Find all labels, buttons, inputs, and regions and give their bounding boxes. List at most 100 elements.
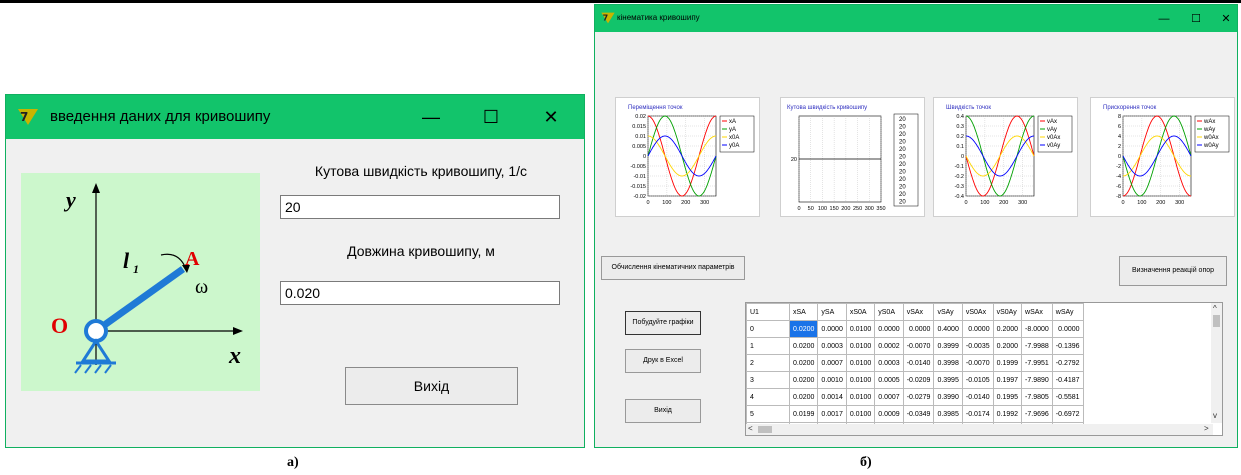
table-cell[interactable]: 0.0200 [788,371,819,389]
column-header[interactable]: vS0Ax [961,303,994,321]
table-cell[interactable]: 0.0005 [874,371,904,389]
table-cell[interactable]: 0.0007 [817,354,847,372]
scroll-left-icon[interactable]: < [748,424,753,434]
results-grid[interactable]: U1 xSA ySA xS0A yS0A vSAx vSAy vS0Ax vS0Ay wSAx wS… [745,302,1223,436]
table-cell[interactable]: 0.0007 [874,388,904,406]
table-cell[interactable]: 0.3995 [933,371,963,389]
table-cell[interactable]: 0.0200 [788,354,819,372]
table-cell[interactable]: 0.1992 [992,405,1023,423]
table-cell[interactable]: 0.0009 [874,405,904,423]
table-cell[interactable]: -0.5581 [1051,388,1084,406]
exit-button[interactable]: Вихід [625,399,701,423]
table-cell[interactable]: 0.3985 [933,405,963,423]
column-header[interactable]: U1 [746,303,790,321]
table-cell[interactable]: 0.0010 [817,371,847,389]
table-cell[interactable]: 0.0100 [845,388,876,406]
table-cell[interactable]: -7.9696 [1021,405,1053,423]
row-index-cell[interactable]: 2 [746,354,790,372]
close-button[interactable]: ✕ [1217,10,1235,28]
table-cell[interactable]: 0.0199 [788,405,819,423]
table-cell[interactable]: 0.3990 [933,388,963,406]
column-header[interactable]: vS0Ay [992,303,1023,321]
table-cell[interactable]: 0.1995 [992,388,1023,406]
minimize-button[interactable]: — [416,103,446,131]
table-cell[interactable]: -0.0279 [902,388,935,406]
scroll-right-icon[interactable]: > [1204,424,1209,434]
table-cell[interactable]: -0.4187 [1051,371,1084,389]
table-cell[interactable]: -0.1396 [1051,337,1084,355]
table-cell[interactable]: 0.0003 [817,337,847,355]
table-cell[interactable]: -7.9805 [1021,388,1053,406]
table-cell[interactable]: 0.0100 [845,371,876,389]
table-cell[interactable]: -7.9988 [1021,337,1053,355]
maximize-button[interactable]: ☐ [476,103,506,131]
crank-length-input[interactable] [280,281,560,305]
table-cell[interactable]: 0.0200 [788,337,819,355]
row-index-cell[interactable]: 3 [746,371,790,389]
table-cell[interactable]: 0.0200 [788,320,819,338]
table-cell[interactable]: -0.0070 [961,354,994,372]
table-cell[interactable]: -0.2792 [1051,354,1084,372]
table-cell[interactable]: -7.9951 [1021,354,1053,372]
table-cell[interactable]: 0.1997 [992,371,1023,389]
table-cell[interactable]: -0.0070 [902,337,935,355]
table-cell[interactable]: 0.2000 [992,320,1023,338]
row-index-cell[interactable]: 0 [746,320,790,338]
scroll-up-icon[interactable]: ^ [1213,304,1217,314]
table-row[interactable]: 0 0.0200 0.0000 0.0100 0.0000 0.0000 0.4000 0.0… [746,320,1084,338]
vertical-scrollbar[interactable]: ^ v [1211,303,1222,423]
maximize-button[interactable]: ☐ [1187,10,1205,28]
table-cell[interactable]: -0.0209 [902,371,935,389]
column-header[interactable]: ySA [817,303,847,321]
table-cell[interactable]: -0.0140 [902,354,935,372]
table-cell[interactable]: -7.9890 [1021,371,1053,389]
table-cell[interactable]: 0.4000 [933,320,963,338]
table-row[interactable]: 3 0.0200 0.0010 0.0100 0.0005 -0.0209 0.3995 -0… [746,371,1084,389]
table-cell[interactable]: 0.0100 [845,405,876,423]
column-header[interactable]: xS0A [845,303,876,321]
table-row[interactable]: 5 0.0199 0.0017 0.0100 0.0009 -0.0349 0.3985 -0… [746,405,1084,423]
table-cell[interactable]: -0.0035 [961,337,994,355]
table-cell[interactable]: 0.1999 [992,354,1023,372]
column-header[interactable]: wSAx [1021,303,1053,321]
horizontal-scrollbar[interactable]: < > [746,424,1213,435]
table-cell[interactable]: 0.0100 [845,320,876,338]
table-cell[interactable]: 0.0000 [817,320,847,338]
table-row[interactable]: 2 0.0200 0.0007 0.0100 0.0003 -0.0140 0.3998 -0… [746,354,1084,372]
exit-button[interactable]: Вихід [345,367,518,405]
table-cell[interactable]: -8.0000 [1021,320,1053,338]
table-cell[interactable]: 0.3999 [933,337,963,355]
table-cell[interactable]: -0.0140 [961,388,994,406]
row-index-cell[interactable]: 1 [746,337,790,355]
column-header[interactable]: xSA [788,303,819,321]
angular-velocity-input[interactable] [280,195,560,219]
table-cell[interactable]: -0.0105 [961,371,994,389]
table-cell[interactable]: 0.0100 [845,337,876,355]
scroll-thumb[interactable] [1213,315,1220,327]
table-cell[interactable]: 0.0002 [874,337,904,355]
table-row[interactable]: 1 0.0200 0.0003 0.0100 0.0002 -0.0070 0.3999 -0… [746,337,1084,355]
row-index-cell[interactable]: 4 [746,388,790,406]
support-reactions-button[interactable]: Визначення реакцій опор [1119,256,1227,286]
table-cell[interactable]: 0.0003 [874,354,904,372]
minimize-button[interactable]: — [1155,10,1173,28]
table-cell[interactable]: 0.2000 [992,337,1023,355]
close-button[interactable]: ✕ [536,103,566,131]
column-header[interactable]: vSAy [933,303,963,321]
plot-graphs-button[interactable]: Побудуйте графіки [625,311,701,335]
table-row[interactable]: 4 0.0200 0.0014 0.0100 0.0007 -0.0279 0.3990 -0… [746,388,1084,406]
scroll-down-icon[interactable]: v [1213,411,1217,421]
table-cell[interactable]: 0.0000 [902,320,935,338]
column-header[interactable]: vSAx [902,303,935,321]
column-header[interactable]: yS0A [874,303,904,321]
hscroll-thumb[interactable] [758,426,772,433]
table-cell[interactable]: 0.0100 [845,354,876,372]
table-cell[interactable]: 0.0000 [961,320,994,338]
calc-kinematics-button[interactable]: Обчислення кінематичних параметрів [601,256,745,280]
table-cell[interactable]: -0.6972 [1051,405,1084,423]
table-cell[interactable]: 0.3998 [933,354,963,372]
table-cell[interactable]: -0.0349 [902,405,935,423]
table-cell[interactable]: 0.0014 [817,388,847,406]
table-cell[interactable]: 0.0017 [817,405,847,423]
table-cell[interactable]: 0.0000 [1051,320,1084,338]
